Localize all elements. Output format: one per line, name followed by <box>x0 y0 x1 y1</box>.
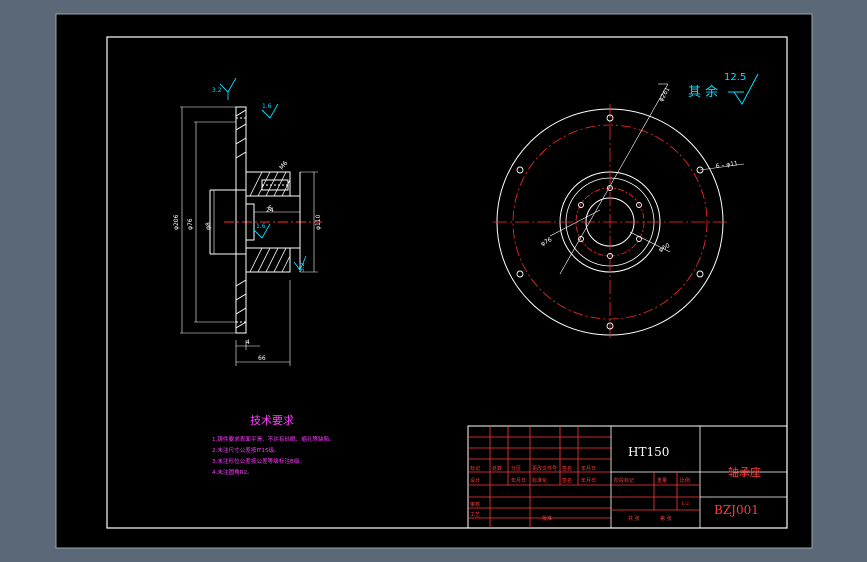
row-design-6: 年月日 <box>581 477 596 484</box>
weight-label: 重量 <box>657 477 667 484</box>
row-process: 工艺 <box>470 512 480 518</box>
row-marks-4: 更改文件号 <box>532 465 557 472</box>
tech-req-title: 技术要求 <box>250 414 294 427</box>
row-design-4: 标准化 <box>532 477 547 484</box>
part-name: 轴承座 <box>728 465 761 479</box>
dim-4: 4 <box>246 339 250 346</box>
row-marks-3: 分区 <box>511 465 521 472</box>
engineering-drawing: φ206 φ76 φ110 φ8 M6 6 4 66 24 3.2 1.6 1.… <box>55 13 813 549</box>
dim-phi76: φ76 <box>187 218 194 230</box>
row-approve: 批准 <box>542 515 552 522</box>
tech-req-item-4: 4.未注圆角R2。 <box>212 468 253 476</box>
sheets-total: 共 张 <box>628 515 640 522</box>
ratio-label: 比例 <box>680 477 690 484</box>
row-marks-6: 年月日 <box>581 465 596 472</box>
dim-24: 24 <box>266 207 274 214</box>
row-marks-1: 标记 <box>470 465 480 472</box>
scale-value: 1:2 <box>681 501 689 507</box>
roughness-value-3: 1.6 <box>256 223 266 230</box>
row-marks-2: 处数 <box>492 465 502 472</box>
row-design-5: 签名 <box>562 477 572 484</box>
dim-phi110: φ110 <box>315 214 322 230</box>
drawing-number: BZJ001 <box>714 503 759 517</box>
row-marks-5: 签名 <box>562 465 572 472</box>
tech-req-item-1: 1.铸件要求表面平滑、不许有砂眼、缩孔等缺陷。 <box>212 435 335 443</box>
roughness-other-label: 其 余 <box>688 84 718 100</box>
dim-phi206: φ206 <box>173 214 180 230</box>
tech-req-item-2: 2.未注尺寸公差按IT15级。 <box>212 446 280 454</box>
material-label: HT150 <box>628 445 669 459</box>
roughness-value-2: 1.6 <box>262 103 272 110</box>
dim-phi8: φ8 <box>205 222 212 230</box>
roughness-value-1: 3.2 <box>212 87 222 94</box>
stage-mark: 阶段标记 <box>614 477 634 484</box>
tech-req-item-3: 3.未注形位公差按公差等级标注B级。 <box>212 457 305 465</box>
cad-window: φ206 φ76 φ110 φ8 M6 6 4 66 24 3.2 1.6 1.… <box>0 0 867 562</box>
roughness-value-4: 3.2 <box>299 262 306 272</box>
dim-66: 66 <box>258 355 266 362</box>
roughness-other-value: 12.5 <box>724 72 746 83</box>
row-design-3: 年月日 <box>511 477 526 484</box>
row-review: 审核 <box>470 501 480 508</box>
row-design-1: 设计 <box>470 477 480 484</box>
sheet-number: 第 张 <box>660 515 672 522</box>
